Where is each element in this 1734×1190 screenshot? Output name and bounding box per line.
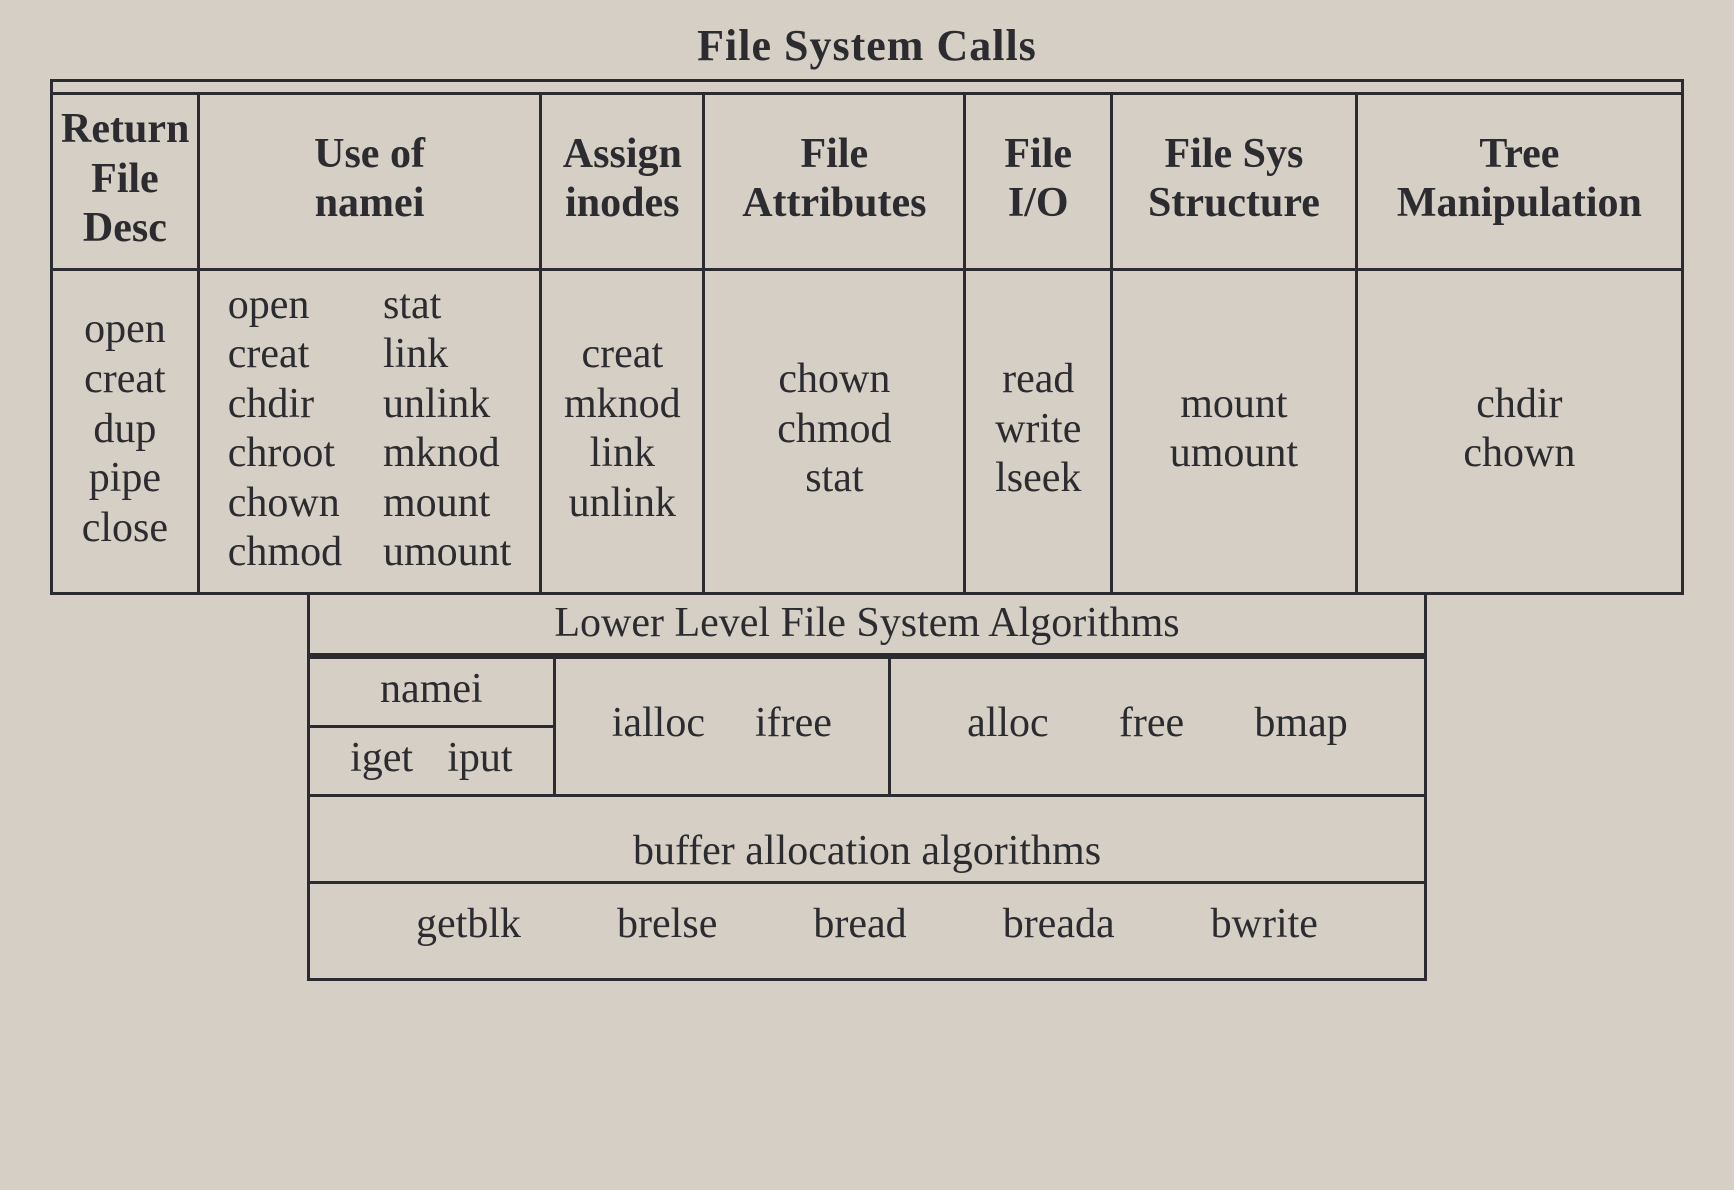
col-header-tree-manipulation: TreeManipulation (1356, 94, 1682, 270)
algo: breada (1003, 900, 1115, 948)
call: chown (1463, 429, 1575, 479)
algo: iput (447, 734, 512, 782)
algo: ifree (755, 699, 832, 747)
table-header-row: ReturnFileDesc Use ofnamei Assigninodes … (52, 94, 1683, 270)
col-header-file-attributes: FileAttributes (704, 94, 965, 270)
call: umount (383, 528, 511, 578)
lower-group2: ialloc ifree (554, 657, 889, 795)
call: creat (84, 355, 166, 405)
diagram-root: File System Calls ReturnFileDesc Use ofn… (50, 20, 1684, 981)
algo: free (1119, 699, 1184, 747)
call: chdir (1476, 380, 1562, 430)
algo: ialloc (612, 699, 705, 747)
algo: getblk (416, 900, 521, 948)
algo: brelse (617, 900, 717, 948)
call: open (84, 305, 166, 355)
lower-level-block: Lower Level File System Algorithms namei… (307, 595, 1427, 981)
gap-between-levels (307, 797, 1427, 825)
call: link (383, 330, 448, 380)
lower-title: Lower Level File System Algorithms (307, 595, 1427, 656)
call: dup (93, 405, 156, 455)
call: close (82, 504, 168, 554)
algo: bmap (1254, 699, 1347, 747)
lower-group3: alloc free bmap (889, 657, 1425, 795)
buffer-title: buffer allocation algorithms (307, 825, 1427, 884)
col-header-file-sys-structure: File SysStructure (1112, 94, 1357, 270)
call: lseek (995, 454, 1081, 504)
algo: bwrite (1211, 900, 1318, 948)
call: stat (805, 454, 863, 504)
call: chown (228, 479, 340, 529)
call: mount (1180, 380, 1287, 430)
table-body-row: open creat dup pipe close open stat creat… (52, 269, 1683, 593)
col-header-file-io: FileI/O (965, 94, 1112, 270)
page-title: File System Calls (50, 20, 1684, 71)
lower-group1-head: namei (309, 657, 555, 726)
call: link (590, 429, 655, 479)
lower-group1-body: iget iput (309, 726, 555, 795)
call: write (995, 405, 1081, 455)
cell-assign-inodes: creat mknod link unlink (541, 269, 704, 593)
algo: alloc (967, 699, 1049, 747)
call: chroot (228, 429, 335, 479)
call: creat (228, 330, 310, 380)
cell-return-file-desc: open creat dup pipe close (52, 269, 199, 593)
call: chmod (228, 528, 342, 578)
call: mknod (383, 429, 500, 479)
call: umount (1170, 429, 1298, 479)
call: read (1002, 355, 1074, 405)
cell-file-attributes: chown chmod stat (704, 269, 965, 593)
call: chdir (228, 380, 314, 430)
cell-use-of-namei: open stat creat link chdir unlink chroot mkn… (198, 269, 541, 593)
col-header-assign-inodes: Assigninodes (541, 94, 704, 270)
call: pipe (89, 454, 161, 504)
cell-file-sys-structure: mount umount (1112, 269, 1357, 593)
table-top-rule (52, 81, 1683, 94)
call: mknod (564, 380, 681, 430)
algo: bread (813, 900, 906, 948)
syscalls-table: ReturnFileDesc Use ofnamei Assigninodes … (50, 79, 1684, 595)
algo: iget (350, 734, 413, 782)
call: mount (383, 479, 490, 529)
buffer-body: getblk brelse bread breada bwrite (307, 884, 1427, 981)
cell-tree-manipulation: chdir chown (1356, 269, 1682, 593)
cell-file-io: read write lseek (965, 269, 1112, 593)
call: stat (383, 281, 441, 331)
call: unlink (569, 479, 676, 529)
call: unlink (383, 380, 490, 430)
call: creat (582, 330, 664, 380)
call: chmod (777, 405, 891, 455)
col-header-use-of-namei: Use ofnamei (198, 94, 541, 270)
col-header-return-file-desc: ReturnFileDesc (52, 94, 199, 270)
lower-table: namei ialloc ifree alloc free bmap (307, 656, 1427, 797)
call: chown (778, 355, 890, 405)
call: open (228, 281, 310, 331)
